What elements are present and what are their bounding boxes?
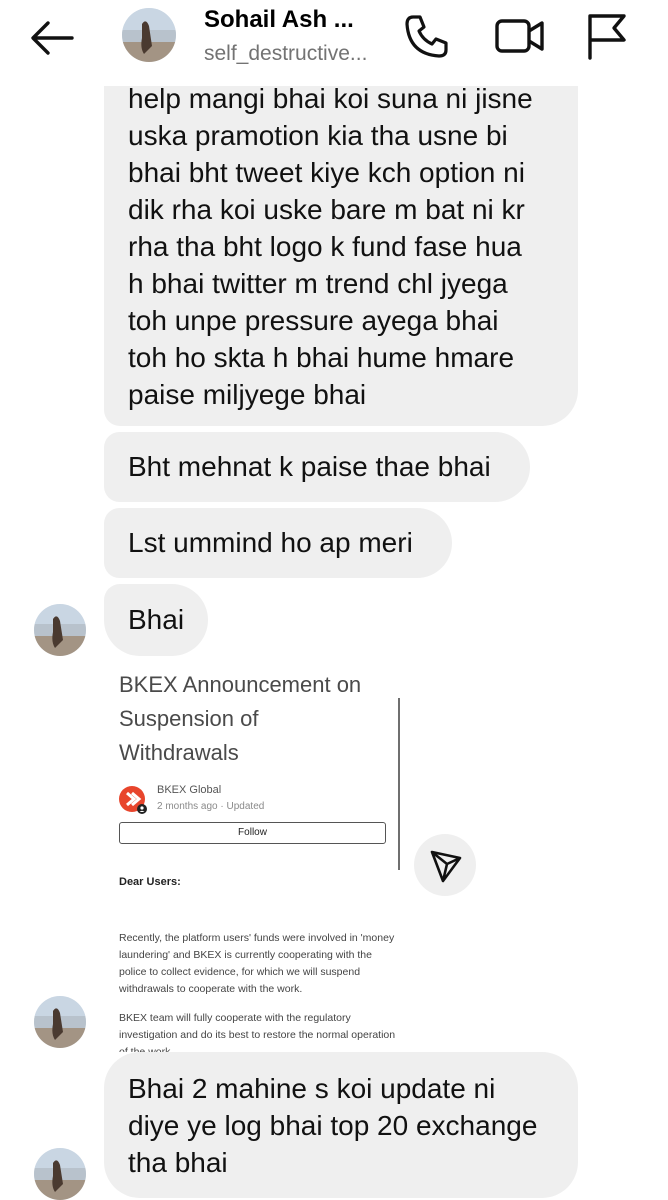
post-updated: Updated [226, 801, 265, 812]
chat-header: Sohail Ash ... self_destructive... [0, 0, 668, 86]
message-bubble[interactable]: Bhai [104, 584, 208, 656]
share-button[interactable] [414, 834, 476, 896]
post-time: 2 months ago [157, 801, 218, 812]
message-bubble[interactable]: Lst ummind ho ap meri [104, 508, 452, 578]
paper-plane-icon [430, 850, 462, 883]
contact-username[interactable]: self_destructive... [204, 42, 367, 66]
sender-avatar[interactable] [34, 604, 86, 656]
message-line: dik rha koi uske bare m bat ni kr [128, 194, 525, 225]
post-scrollbar[interactable] [398, 698, 400, 870]
follow-button[interactable]: Follow [119, 822, 386, 844]
message-line: toh unpe pressure ayega bhai [128, 305, 499, 336]
message-line: bhai bht tweet kiye kch option ni [128, 157, 525, 188]
phone-icon[interactable] [402, 12, 450, 60]
contact-name[interactable]: Sohail Ash ... [204, 6, 354, 34]
post-meta: 2 months ago · Updated [157, 801, 264, 812]
message-line: uska pramotion kia tha usne bi [128, 120, 508, 151]
message-line: diye ye log bhai top 20 exchange [128, 1110, 538, 1141]
back-arrow-icon[interactable] [28, 18, 76, 58]
flag-icon[interactable] [584, 12, 628, 60]
post-greeting: Dear Users: [119, 876, 181, 888]
contact-avatar[interactable] [122, 8, 176, 62]
post-paragraph: Recently, the platform users' funds were… [119, 932, 395, 995]
message-line: tha bhai [128, 1147, 228, 1178]
sender-avatar[interactable] [34, 996, 86, 1048]
message-line: rha tha bht logo k fund fase hua [128, 231, 522, 262]
message-line: h bhai twitter m trend chl jyega [128, 268, 508, 299]
video-camera-icon[interactable] [494, 14, 546, 58]
post-author: BKEX Global [157, 784, 222, 796]
message-line: Bhai 2 mahine s koi update ni [128, 1073, 496, 1104]
post-title: BKEX Announcement on Suspension of Withd… [119, 672, 362, 765]
message-bubble[interactable]: Bht mehnat k paise thae bhai [104, 432, 530, 502]
message-line: toh ho skta h bhai hume hmare [128, 342, 515, 373]
meta-separator: · [220, 801, 224, 812]
message-line: paise miljyege bhai [128, 379, 367, 410]
message-bubble[interactable]: Bhai 2 mahine s koi update ni diye ye lo… [104, 1052, 578, 1198]
message-bubble[interactable]: help mangi bhai koi suna ni jisne uska p… [104, 56, 578, 426]
sender-avatar[interactable] [34, 1148, 86, 1200]
bkex-logo-icon [119, 786, 147, 814]
post-paragraph: BKEX team will fully cooperate with the … [119, 1012, 396, 1052]
shared-post[interactable]: BKEX Announcement on Suspension of Withd… [104, 672, 400, 1052]
